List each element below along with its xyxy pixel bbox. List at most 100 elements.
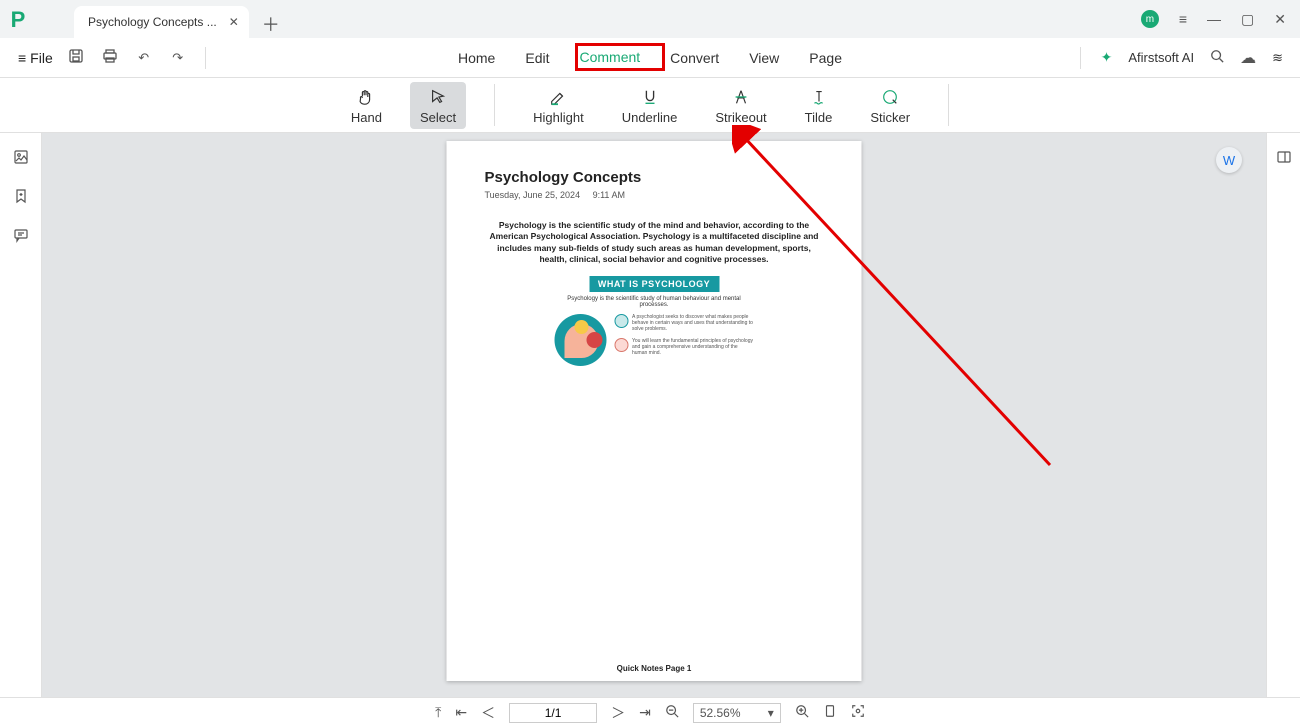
search-icon[interactable]: [1210, 49, 1224, 66]
hamburger-icon[interactable]: ≡: [1179, 11, 1187, 27]
document-page: Psychology Concepts Tuesday, June 25, 20…: [447, 141, 862, 681]
user-avatar[interactable]: m: [1141, 10, 1159, 28]
head-illustration: [554, 314, 606, 366]
new-tab-button[interactable]: ＋: [257, 10, 285, 38]
info-text-2: You will learn the fundamental principle…: [632, 338, 754, 356]
strikeout-icon: [732, 86, 750, 108]
ai-sparkle-icon: ✦: [1101, 49, 1113, 66]
fit-screen-icon[interactable]: [851, 704, 865, 721]
panel-toggle-icon[interactable]: [1276, 149, 1292, 168]
print-icon[interactable]: [99, 48, 121, 67]
file-label: File: [30, 50, 53, 66]
doc-title: Psychology Concepts: [485, 169, 824, 186]
ribbon-strikeout[interactable]: Strikeout: [705, 82, 776, 129]
divider: [205, 47, 206, 69]
doc-meta: Tuesday, June 25, 2024 9:11 AM: [485, 190, 824, 200]
angry-emoji-icon: [586, 332, 602, 348]
main-toolbar: ≡ File ↶ ↷ Home Edit Comment Convert Vie…: [0, 38, 1300, 78]
menu-tab-view[interactable]: View: [747, 46, 781, 70]
ribbon-select[interactable]: Select: [410, 82, 466, 129]
window-controls: m ≡ — ▢ ✕: [1141, 0, 1300, 38]
infographic-banner: WHAT IS PSYCHOLOGY: [589, 276, 719, 292]
thumbnails-icon[interactable]: [13, 149, 29, 170]
tilde-icon: [810, 86, 828, 108]
comments-panel-icon[interactable]: [13, 227, 29, 248]
file-quick-actions: ≡ File ↶ ↷: [0, 47, 210, 69]
list-icon: ≡: [18, 50, 26, 66]
divider: [1080, 47, 1081, 69]
close-window-icon[interactable]: ✕: [1274, 11, 1286, 28]
ribbon-strikeout-label: Strikeout: [715, 110, 766, 125]
ribbon-sticker-label: Sticker: [870, 110, 910, 125]
divider: [948, 84, 949, 126]
document-tab[interactable]: Psychology Concepts ... ✕: [74, 6, 249, 38]
doc-body: Psychology is the scientific study of th…: [485, 220, 824, 266]
info-text-1: A psychologist seeks to discover what ma…: [632, 314, 754, 332]
divider: [494, 84, 495, 126]
comment-ribbon: Hand Select Highlight Underline Strikeo: [0, 78, 1300, 133]
smile-emoji-icon: [574, 320, 588, 334]
menu-tab-convert[interactable]: Convert: [668, 46, 721, 70]
app-logo: P: [0, 2, 36, 38]
ribbon-tilde[interactable]: Tilde: [795, 82, 843, 129]
ribbon-hand[interactable]: Hand: [341, 82, 392, 129]
last-page-icon[interactable]: ⇥: [639, 704, 651, 721]
titlebar: P Psychology Concepts ... ✕ ＋ m ≡ — ▢ ✕: [0, 0, 1300, 38]
ribbon-highlight-label: Highlight: [533, 110, 584, 125]
zoom-value: 52.56%: [700, 706, 741, 720]
next-page-icon[interactable]: ＞: [611, 703, 625, 723]
infographic: WHAT IS PSYCHOLOGY Psychology is the sci…: [554, 276, 754, 366]
scroll-top-icon[interactable]: ⤒: [435, 704, 441, 721]
file-menu-button[interactable]: ≡ File: [18, 50, 53, 66]
highlight-icon: [549, 86, 567, 108]
document-canvas[interactable]: Psychology Concepts Tuesday, June 25, 20…: [42, 133, 1266, 697]
ribbon-select-label: Select: [420, 110, 456, 125]
doc-time: 9:11 AM: [593, 190, 625, 200]
convert-word-badge[interactable]: W: [1216, 147, 1242, 173]
workspace: Psychology Concepts Tuesday, June 25, 20…: [0, 133, 1300, 697]
menu-tab-comment[interactable]: Comment: [577, 45, 642, 71]
zoom-select[interactable]: 52.56% ▾: [693, 703, 781, 723]
menu-tab-edit[interactable]: Edit: [523, 46, 551, 70]
ribbon-sticker[interactable]: Sticker: [860, 82, 920, 129]
zoom-out-icon[interactable]: [665, 704, 679, 721]
ribbon-highlight[interactable]: Highlight: [523, 82, 594, 129]
sticker-icon: [881, 86, 899, 108]
avatar-icon: [614, 314, 628, 328]
page-footer: Quick Notes Page 1: [447, 664, 862, 673]
ribbon-hand-label: Hand: [351, 110, 382, 125]
maximize-icon[interactable]: ▢: [1241, 11, 1254, 28]
right-sidebar: [1266, 133, 1300, 697]
menu-tab-page[interactable]: Page: [807, 46, 844, 70]
doc-date: Tuesday, June 25, 2024: [485, 190, 581, 200]
infographic-subtitle: Psychology is the scientific study of hu…: [554, 296, 754, 308]
chevron-down-icon: ▾: [768, 706, 774, 720]
ribbon-underline-label: Underline: [622, 110, 678, 125]
fit-page-icon[interactable]: [823, 704, 837, 721]
cursor-icon: [429, 86, 447, 108]
prev-page-icon[interactable]: ＜: [481, 703, 495, 723]
left-sidebar: [0, 133, 42, 697]
minimize-icon[interactable]: —: [1207, 11, 1221, 27]
cloud-icon[interactable]: ☁: [1240, 48, 1256, 68]
first-page-icon[interactable]: ⇤: [455, 704, 467, 721]
ribbon-tilde-label: Tilde: [805, 110, 833, 125]
undo-icon[interactable]: ↶: [133, 50, 155, 66]
underline-icon: [641, 86, 659, 108]
bottom-nav: ⤒ ⇤ ＜ ＞ ⇥ 52.56% ▾: [0, 697, 1300, 727]
zoom-in-icon[interactable]: [795, 704, 809, 721]
hand-icon: [357, 86, 375, 108]
close-tab-icon[interactable]: ✕: [229, 15, 239, 29]
ai-button[interactable]: Afirstsoft AI: [1128, 50, 1194, 65]
redo-icon[interactable]: ↷: [167, 50, 189, 66]
ribbon-underline[interactable]: Underline: [612, 82, 688, 129]
toolbar-right: ✦ Afirstsoft AI ☁ ≋: [1076, 47, 1300, 69]
bookmark-add-icon[interactable]: [13, 188, 29, 209]
menu-tabs: Home Edit Comment Convert View Page: [456, 38, 844, 77]
more-icon[interactable]: ≋: [1272, 50, 1282, 66]
avatar-icon: [614, 338, 628, 352]
menu-tab-home[interactable]: Home: [456, 46, 497, 70]
page-indicator-input[interactable]: [509, 703, 597, 723]
tab-title: Psychology Concepts ...: [88, 15, 217, 29]
save-icon[interactable]: [65, 48, 87, 67]
